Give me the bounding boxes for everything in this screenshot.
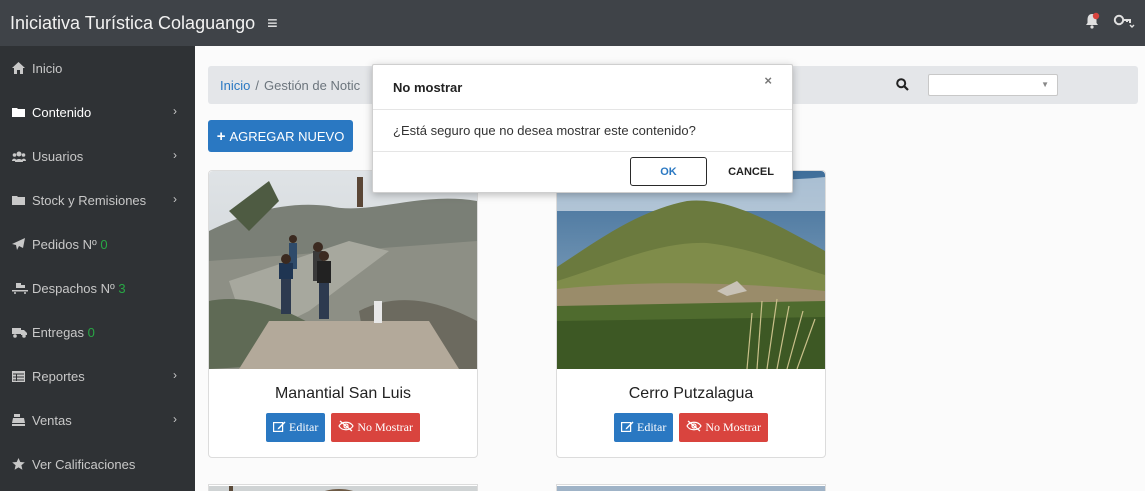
sidebar-item-label: Pedidos Nº — [32, 236, 97, 252]
bars-icon[interactable]: ≡ — [267, 13, 278, 34]
sidebar-item-pedidos[interactable]: Pedidos Nº 0 — [0, 222, 195, 266]
search-select[interactable]: ▼ — [928, 74, 1058, 96]
card-photo-manantial — [209, 171, 477, 369]
breadcrumb-separator: / — [255, 77, 259, 93]
sidebar-item-ventas[interactable]: Ventas › — [0, 398, 195, 442]
card-title: Manantial San Luis — [274, 385, 412, 402]
edit-button[interactable]: Editar — [614, 413, 674, 442]
despachos-count: 3 — [118, 280, 126, 296]
sidebar-item-ver-calificaciones[interactable]: Ver Calificaciones — [0, 442, 195, 486]
chevron-right-icon: › — [173, 368, 177, 382]
sidebar-item-reportes[interactable]: Reportes › — [0, 354, 195, 398]
folder-icon — [12, 195, 28, 205]
entregas-count: 0 — [87, 324, 95, 340]
content-card: Manantial San Luis Editar No Mostrar — [208, 170, 478, 458]
cancel-button[interactable]: CANCEL — [718, 157, 784, 186]
card-actions: Editar No Mostrar — [209, 413, 477, 442]
sidebar-item-usuarios[interactable]: Usuarios › — [0, 134, 195, 178]
sidebar-item-label: Ventas — [32, 412, 72, 428]
dialog-header: No mostrar × — [373, 65, 792, 110]
users-icon — [12, 151, 28, 162]
sidebar-item-inicio[interactable]: Inicio — [0, 46, 195, 90]
edit-button[interactable]: Editar — [266, 413, 326, 442]
close-icon[interactable]: × — [764, 73, 772, 88]
dialog-message: ¿Está seguro que no desea mostrar este c… — [393, 123, 696, 138]
card-title: Cerro Putzalagua — [628, 385, 754, 402]
sidebar-item-entregas[interactable]: Entregas 0 — [0, 310, 195, 354]
chevron-right-icon: › — [173, 104, 177, 118]
hide-button[interactable]: No Mostrar — [679, 413, 768, 442]
sidebar-item-contenido[interactable]: Contenido › — [0, 90, 195, 134]
star-icon — [12, 458, 28, 470]
truck-icon — [12, 327, 28, 338]
sidebar-item-label: Ver Calificaciones — [32, 456, 136, 472]
dolly-icon — [12, 282, 28, 294]
confirm-dialog: No mostrar × ¿Está seguro que no desea m… — [372, 64, 793, 193]
search-icon[interactable] — [896, 78, 909, 94]
sidebar: Inicio Contenido › Usuarios › Stock y Re… — [0, 46, 195, 491]
dialog-footer: OK CANCEL — [373, 152, 792, 192]
edit-label: Editar — [289, 420, 319, 434]
eye-slash-icon — [686, 420, 703, 436]
sidebar-item-stock-remisiones[interactable]: Stock y Remisiones › — [0, 178, 195, 222]
home-icon — [12, 62, 28, 74]
pedidos-count: 0 — [100, 236, 108, 252]
card-actions: Editar No Mostrar — [557, 413, 825, 442]
sidebar-item-despachos[interactable]: Despachos Nº 3 — [0, 266, 195, 310]
top-navbar: Iniciativa Turística Colaguango ≡ — [0, 0, 1145, 46]
chevron-right-icon: › — [173, 148, 177, 162]
brand-title[interactable]: Iniciativa Turística Colaguango — [10, 13, 255, 34]
chevron-right-icon: › — [173, 192, 177, 206]
table-icon — [12, 370, 28, 382]
edit-label: Editar — [637, 420, 667, 434]
bell-icon[interactable] — [1083, 12, 1101, 30]
dialog-body: ¿Está seguro que no desea mostrar este c… — [373, 110, 792, 152]
content-card: Cerro Putzalagua Editar No Mostrar — [556, 170, 826, 458]
top-right-actions — [1083, 12, 1135, 30]
sidebar-item-label: Contenido — [32, 104, 92, 120]
hide-label: No Mostrar — [705, 420, 761, 434]
card-photo-cerro — [557, 171, 825, 369]
chevron-right-icon: › — [173, 412, 177, 426]
sidebar-item-label: Usuarios — [32, 148, 84, 164]
edit-icon — [273, 420, 286, 436]
dialog-title: No mostrar — [393, 79, 463, 95]
sidebar-item-label: Reportes — [32, 368, 85, 384]
sidebar-item-label: Despachos Nº — [32, 280, 115, 296]
hide-label: No Mostrar — [357, 420, 413, 434]
content-card-partial — [556, 484, 826, 491]
sidebar-item-label: Stock y Remisiones — [32, 192, 147, 208]
edit-icon — [621, 420, 634, 436]
add-new-label: AGREGAR NUEVO — [229, 128, 345, 144]
hide-button[interactable]: No Mostrar — [331, 413, 420, 442]
add-new-button[interactable]: + AGREGAR NUEVO — [208, 120, 353, 152]
content-card-partial — [208, 484, 478, 491]
user-key-icon[interactable] — [1113, 13, 1135, 29]
caret-down-icon: ▼ — [1041, 80, 1049, 89]
plus-icon: + — [216, 127, 226, 145]
sidebar-item-label: Inicio — [32, 60, 63, 76]
brand[interactable]: Iniciativa Turística Colaguango ≡ — [10, 13, 278, 34]
eye-slash-icon — [338, 420, 355, 436]
ok-button[interactable]: OK — [630, 157, 707, 186]
cash-register-icon — [12, 414, 28, 426]
breadcrumb-home-link[interactable]: Inicio — [220, 78, 250, 93]
breadcrumb-current: Gestión de Notic — [263, 77, 361, 93]
sidebar-item-label: Entregas — [32, 324, 85, 340]
paper-plane-icon — [12, 238, 28, 250]
folder-icon — [12, 107, 28, 117]
